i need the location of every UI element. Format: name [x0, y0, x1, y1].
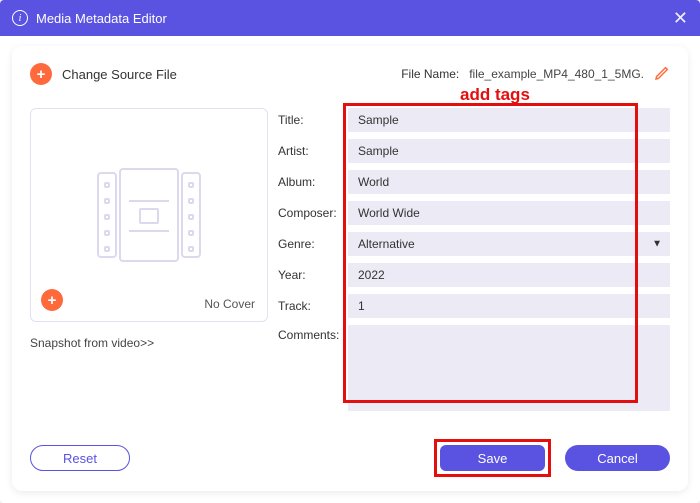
cover-preview: + No Cover	[30, 108, 268, 322]
cancel-button[interactable]: Cancel	[565, 445, 670, 471]
titlebar-left: i Media Metadata Editor	[12, 10, 167, 26]
year-label: Year:	[278, 268, 348, 282]
annotation-highlight-save: Save	[434, 439, 551, 477]
close-icon[interactable]: ✕	[673, 8, 688, 29]
media-metadata-editor-window: i Media Metadata Editor ✕ + Change Sourc…	[0, 0, 700, 503]
footer-buttons: Reset Save Cancel	[30, 429, 670, 477]
year-input[interactable]	[348, 263, 670, 287]
panel-header: + Change Source File File Name: file_exa…	[30, 60, 670, 88]
content-area: + No Cover Snapshot from video>> Title: …	[30, 108, 670, 429]
metadata-form-column: Title: Artist: Album: Composer:	[278, 108, 670, 429]
no-cover-label: No Cover	[204, 297, 255, 311]
save-button[interactable]: Save	[440, 445, 545, 471]
cover-column: + No Cover Snapshot from video>>	[30, 108, 278, 429]
artist-input[interactable]	[348, 139, 670, 163]
change-source-label: Change Source File	[62, 67, 177, 82]
metadata-form: Title: Artist: Album: Composer:	[278, 108, 670, 411]
composer-input[interactable]	[348, 201, 670, 225]
film-placeholder-icon	[97, 168, 201, 262]
file-name-value: file_example_MP4_480_1_5MG.	[469, 67, 644, 81]
change-source-button[interactable]: + Change Source File	[30, 63, 177, 85]
composer-label: Composer:	[278, 206, 348, 220]
snapshot-from-video-link[interactable]: Snapshot from video>>	[30, 336, 268, 350]
artist-label: Artist:	[278, 144, 348, 158]
main-panel: + Change Source File File Name: file_exa…	[12, 46, 688, 491]
edit-filename-icon[interactable]	[654, 65, 670, 84]
add-cover-button[interactable]: +	[41, 289, 63, 311]
title-label: Title:	[278, 113, 348, 127]
reset-button[interactable]: Reset	[30, 445, 130, 471]
annotation-add-tags-label: add tags	[460, 85, 530, 105]
file-name-label: File Name:	[401, 67, 459, 81]
track-input[interactable]	[348, 294, 670, 318]
genre-label: Genre:	[278, 237, 348, 251]
titlebar: i Media Metadata Editor ✕	[0, 0, 700, 36]
album-input[interactable]	[348, 170, 670, 194]
comments-label: Comments:	[278, 325, 348, 342]
comments-textarea[interactable]	[348, 325, 670, 411]
genre-select[interactable]	[348, 232, 670, 256]
plus-icon: +	[30, 63, 52, 85]
info-icon: i	[12, 10, 28, 26]
track-label: Track:	[278, 299, 348, 313]
album-label: Album:	[278, 175, 348, 189]
window-title: Media Metadata Editor	[36, 11, 167, 26]
file-name-group: File Name: file_example_MP4_480_1_5MG.	[401, 65, 670, 84]
title-input[interactable]	[348, 108, 670, 132]
